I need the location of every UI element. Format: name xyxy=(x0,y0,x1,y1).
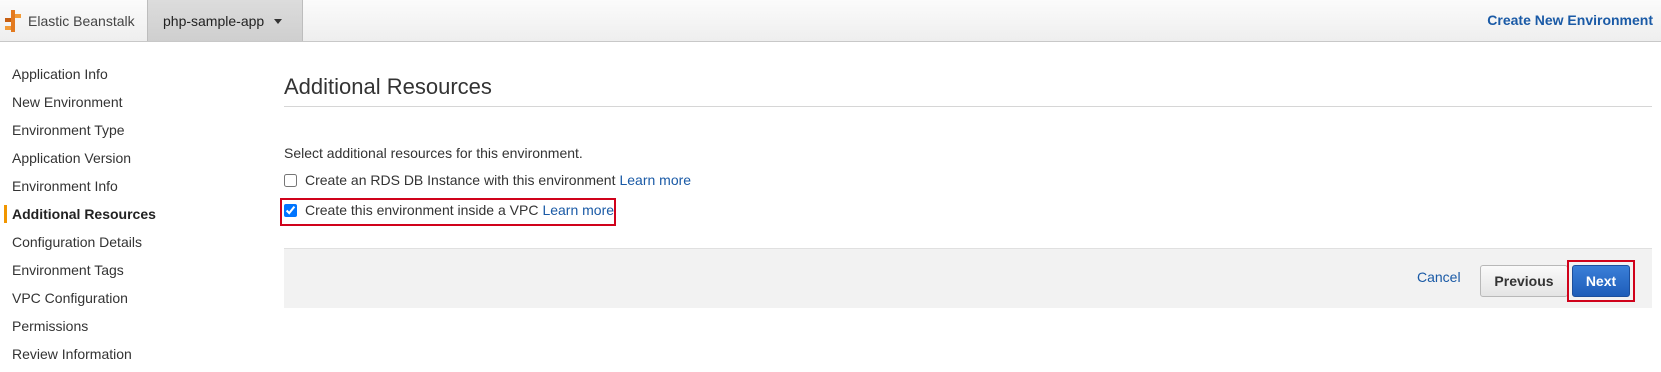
title-divider xyxy=(284,106,1652,107)
sidebar-item-environment-type[interactable]: Environment Type xyxy=(0,116,240,144)
rds-option-label: Create an RDS DB Instance with this envi… xyxy=(305,172,616,188)
sidebar-item-environment-tags[interactable]: Environment Tags xyxy=(0,256,240,284)
brand[interactable]: Elastic Beanstalk xyxy=(0,0,135,41)
rds-learn-more-link[interactable]: Learn more xyxy=(619,172,691,188)
sidebar-item-vpc-configuration[interactable]: VPC Configuration xyxy=(0,284,240,312)
application-selector[interactable]: php-sample-app xyxy=(147,0,303,41)
vpc-option-highlight xyxy=(280,198,616,226)
rds-checkbox[interactable] xyxy=(284,173,297,187)
cancel-link[interactable]: Cancel xyxy=(1417,269,1461,285)
chevron-down-icon xyxy=(274,18,283,24)
create-new-environment-link[interactable]: Create New Environment xyxy=(1487,12,1653,28)
sidebar-item-new-environment[interactable]: New Environment xyxy=(0,88,240,116)
previous-button[interactable]: Previous xyxy=(1480,265,1568,297)
sidebar-item-application-info[interactable]: Application Info xyxy=(0,60,240,88)
page-title: Additional Resources xyxy=(284,74,492,99)
rds-option[interactable]: Create an RDS DB Instance with this envi… xyxy=(284,172,691,188)
wizard-steps-sidebar: Application Info New Environment Environ… xyxy=(0,60,240,368)
top-navigation-bar: Elastic Beanstalk php-sample-app Create … xyxy=(0,0,1661,42)
wizard-footer: Cancel Previous Next xyxy=(284,248,1652,308)
sidebar-item-review-information[interactable]: Review Information xyxy=(0,340,240,368)
sidebar-item-environment-info[interactable]: Environment Info xyxy=(0,172,240,200)
beanstalk-logo-icon xyxy=(5,9,21,32)
sidebar-item-configuration-details[interactable]: Configuration Details xyxy=(0,228,240,256)
brand-label: Elastic Beanstalk xyxy=(28,12,135,29)
sidebar-item-additional-resources[interactable]: Additional Resources xyxy=(0,200,240,228)
intro-text: Select additional resources for this env… xyxy=(284,145,583,161)
next-button-highlight xyxy=(1567,260,1635,302)
sidebar-item-permissions[interactable]: Permissions xyxy=(0,312,240,340)
sidebar-item-application-version[interactable]: Application Version xyxy=(0,144,240,172)
application-selector-label: php-sample-app xyxy=(163,12,265,29)
